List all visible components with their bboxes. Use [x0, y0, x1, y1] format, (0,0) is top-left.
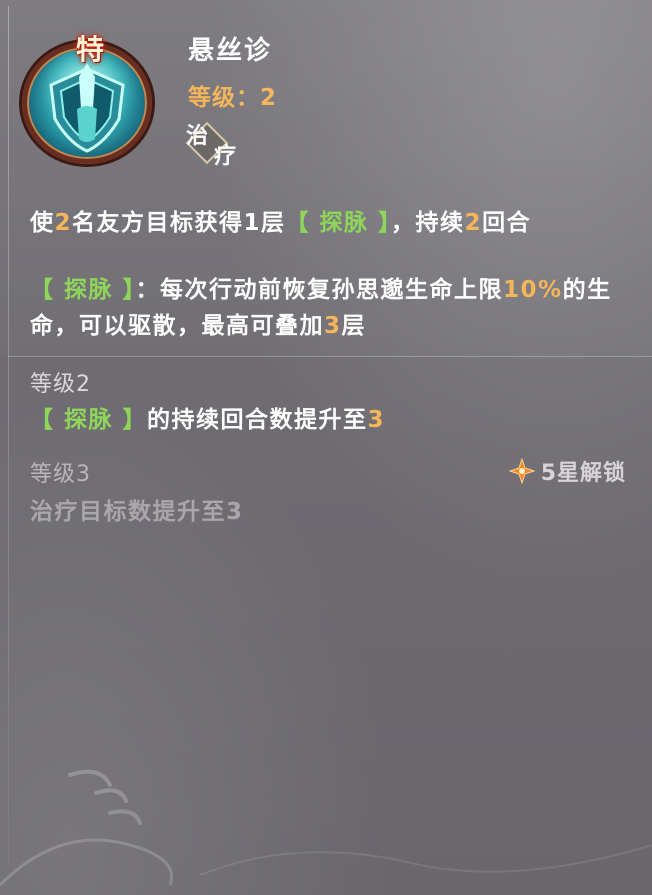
upgrade-text: 的持续回合数提升至 — [147, 407, 368, 433]
type-char-1: 治 — [186, 124, 209, 149]
cloud-swirl-decoration-icon — [0, 769, 652, 887]
skill-detail-panel: 特 悬丝诊 等级：2 治 疗 使2名友方目标获得1层【 探脉 】，持续2回合 【… — [0, 0, 652, 895]
skill-icon: 特 — [18, 33, 158, 168]
skill-level: 等级：2 — [188, 78, 277, 112]
level-label: 等级： — [188, 85, 260, 111]
type-char-2: 疗 — [214, 144, 237, 169]
desc-text: 使 — [30, 210, 55, 236]
special-tag: 特 — [75, 33, 104, 66]
skill-name: 悬丝诊 — [188, 36, 273, 66]
keyword-detail: 【 探脉 】：每次行动前恢复孙思邈生命上限10%的生命，可以驱散，最高可叠加3层 — [30, 272, 626, 344]
desc-number: 2 — [54, 210, 73, 236]
upgrade-level-3-title: 等级3 — [30, 462, 91, 487]
detail-number: 3 — [324, 313, 342, 339]
desc-text: 名友方目标获得1层 — [72, 210, 286, 236]
upgrade-number: 3 — [367, 407, 386, 433]
unlock-text: 5星解锁 — [540, 461, 626, 486]
upgrade-level-3-desc: 治疗目标数提升至3 — [30, 499, 244, 525]
detail-keyword: 【 探脉 】 — [30, 277, 136, 303]
upgrade-level-2-desc: 【 探脉 】的持续回合数提升至3 — [30, 400, 385, 434]
level-value: 2 — [260, 85, 278, 111]
desc-text: 回合 — [482, 210, 532, 236]
desc-text: ，持续 — [391, 210, 465, 236]
skill-description: 使2名友方目标获得1层【 探脉 】，持续2回合 — [30, 206, 630, 240]
skill-type-badge: 治 疗 — [185, 118, 242, 169]
detail-text: ：每次行动前恢复孙思邈生命上限 — [135, 277, 504, 303]
detail-text: 层 — [341, 313, 367, 339]
detail-number: 10% — [503, 277, 563, 303]
desc-keyword: 【 探脉 】 — [285, 210, 392, 236]
desc-number: 2 — [464, 210, 483, 236]
orange-star-icon — [508, 458, 535, 484]
unlock-requirement: 5星解锁 — [508, 455, 626, 487]
upgrade-level-2-title: 等级2 — [30, 372, 91, 397]
section-divider — [8, 356, 652, 357]
upgrade-keyword: 【 探脉 】 — [30, 407, 148, 433]
